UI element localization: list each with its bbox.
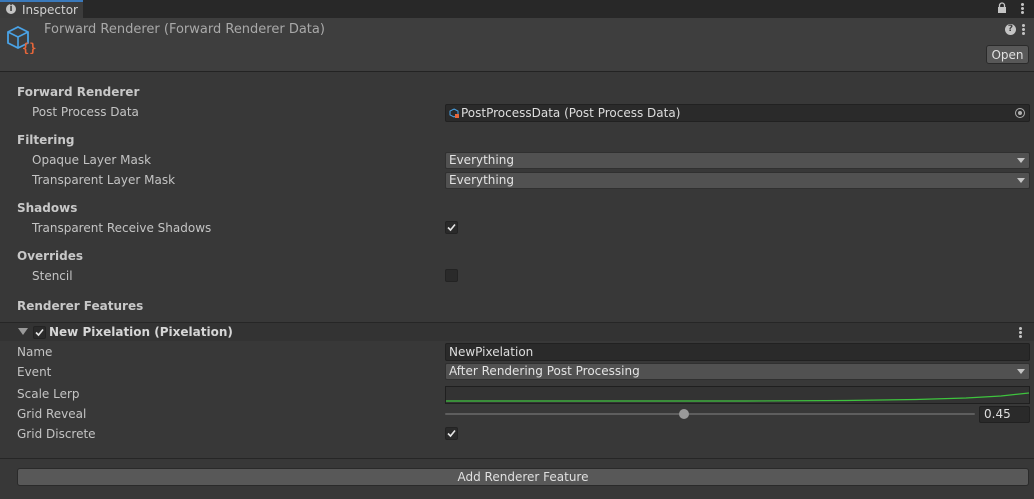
grid-reveal-slider-track[interactable] xyxy=(445,413,975,415)
post-process-data-label: Post Process Data xyxy=(32,105,139,119)
transparent-receive-shadows-checkbox[interactable] xyxy=(445,221,458,234)
section-title-forward-renderer: Forward Renderer xyxy=(17,85,140,99)
grid-reveal-value-field[interactable]: 0.45 xyxy=(979,406,1030,423)
tab-menu-icon[interactable] xyxy=(1020,1,1026,15)
opaque-layer-mask-dropdown[interactable]: Everything xyxy=(445,152,1030,169)
event-value: After Rendering Post Processing xyxy=(449,364,640,378)
section-title-renderer-features: Renderer Features xyxy=(17,299,144,313)
section-title-shadows: Shadows xyxy=(17,201,78,215)
curve-graph xyxy=(446,392,1030,402)
object-picker-icon[interactable] xyxy=(1015,108,1025,118)
chevron-down-icon xyxy=(1017,178,1025,183)
grid-discrete-label: Grid Discrete xyxy=(17,427,96,441)
feature-header[interactable]: New Pixelation (Pixelation) xyxy=(0,323,1034,341)
scale-lerp-curve-field[interactable] xyxy=(445,386,1030,404)
tab-label: Inspector xyxy=(22,3,78,17)
svg-text:{}: {} xyxy=(22,41,36,55)
opaque-layer-mask-label: Opaque Layer Mask xyxy=(32,153,152,167)
renderer-asset-icon: {} xyxy=(6,25,38,55)
stencil-checkbox[interactable] xyxy=(445,269,458,282)
grid-reveal-label: Grid Reveal xyxy=(17,407,87,421)
chevron-down-icon xyxy=(1017,158,1025,163)
grid-reveal-value: 0.45 xyxy=(984,407,1011,421)
grid-discrete-checkbox[interactable] xyxy=(445,427,458,440)
chevron-down-icon xyxy=(1017,369,1025,374)
tab-inspector[interactable]: i Inspector xyxy=(0,0,83,18)
event-dropdown[interactable]: After Rendering Post Processing xyxy=(445,363,1030,380)
foldout-triangle-icon[interactable] xyxy=(18,328,28,335)
lock-icon[interactable] xyxy=(997,2,1007,14)
name-label: Name xyxy=(17,345,53,359)
transparent-receive-shadows-label: Transparent Receive Shadows xyxy=(32,221,212,235)
transparent-layer-mask-dropdown[interactable]: Everything xyxy=(445,172,1030,189)
transparent-layer-mask-value: Everything xyxy=(449,173,514,187)
post-process-data-field[interactable]: PostProcessData (Post Process Data) xyxy=(445,104,1030,122)
tab-bar: i Inspector xyxy=(0,0,1034,18)
help-icon[interactable]: ? xyxy=(1005,24,1016,35)
post-process-data-value: PostProcessData (Post Process Data) xyxy=(461,106,681,120)
opaque-layer-mask-value: Everything xyxy=(449,153,514,167)
add-renderer-feature-button[interactable]: Add Renderer Feature xyxy=(17,468,1029,486)
name-value: NewPixelation xyxy=(449,345,534,359)
section-title-filtering: Filtering xyxy=(17,133,75,147)
checkmark-icon xyxy=(447,429,456,438)
checkmark-icon xyxy=(35,328,44,337)
kebab-menu-icon[interactable] xyxy=(1021,24,1027,36)
divider xyxy=(0,458,1034,459)
event-label: Event xyxy=(17,365,52,379)
feature-title: New Pixelation (Pixelation) xyxy=(49,325,233,339)
grid-reveal-slider-handle[interactable] xyxy=(679,409,689,419)
open-button[interactable]: Open xyxy=(986,45,1029,64)
feature-enabled-checkbox[interactable] xyxy=(33,326,46,339)
transparent-layer-mask-label: Transparent Layer Mask xyxy=(32,173,176,187)
info-icon: i xyxy=(6,4,16,14)
section-title-overrides: Overrides xyxy=(17,249,83,263)
name-input[interactable]: NewPixelation xyxy=(445,343,1030,361)
inspector-header: {} Forward Renderer (Forward Renderer Da… xyxy=(0,18,1034,72)
checkmark-icon xyxy=(447,223,456,232)
page-title: Forward Renderer (Forward Renderer Data) xyxy=(44,22,325,37)
scale-lerp-label: Scale Lerp xyxy=(17,387,80,401)
feature-menu-icon[interactable] xyxy=(1019,327,1024,339)
stencil-label: Stencil xyxy=(32,269,73,283)
asset-icon xyxy=(449,108,460,119)
